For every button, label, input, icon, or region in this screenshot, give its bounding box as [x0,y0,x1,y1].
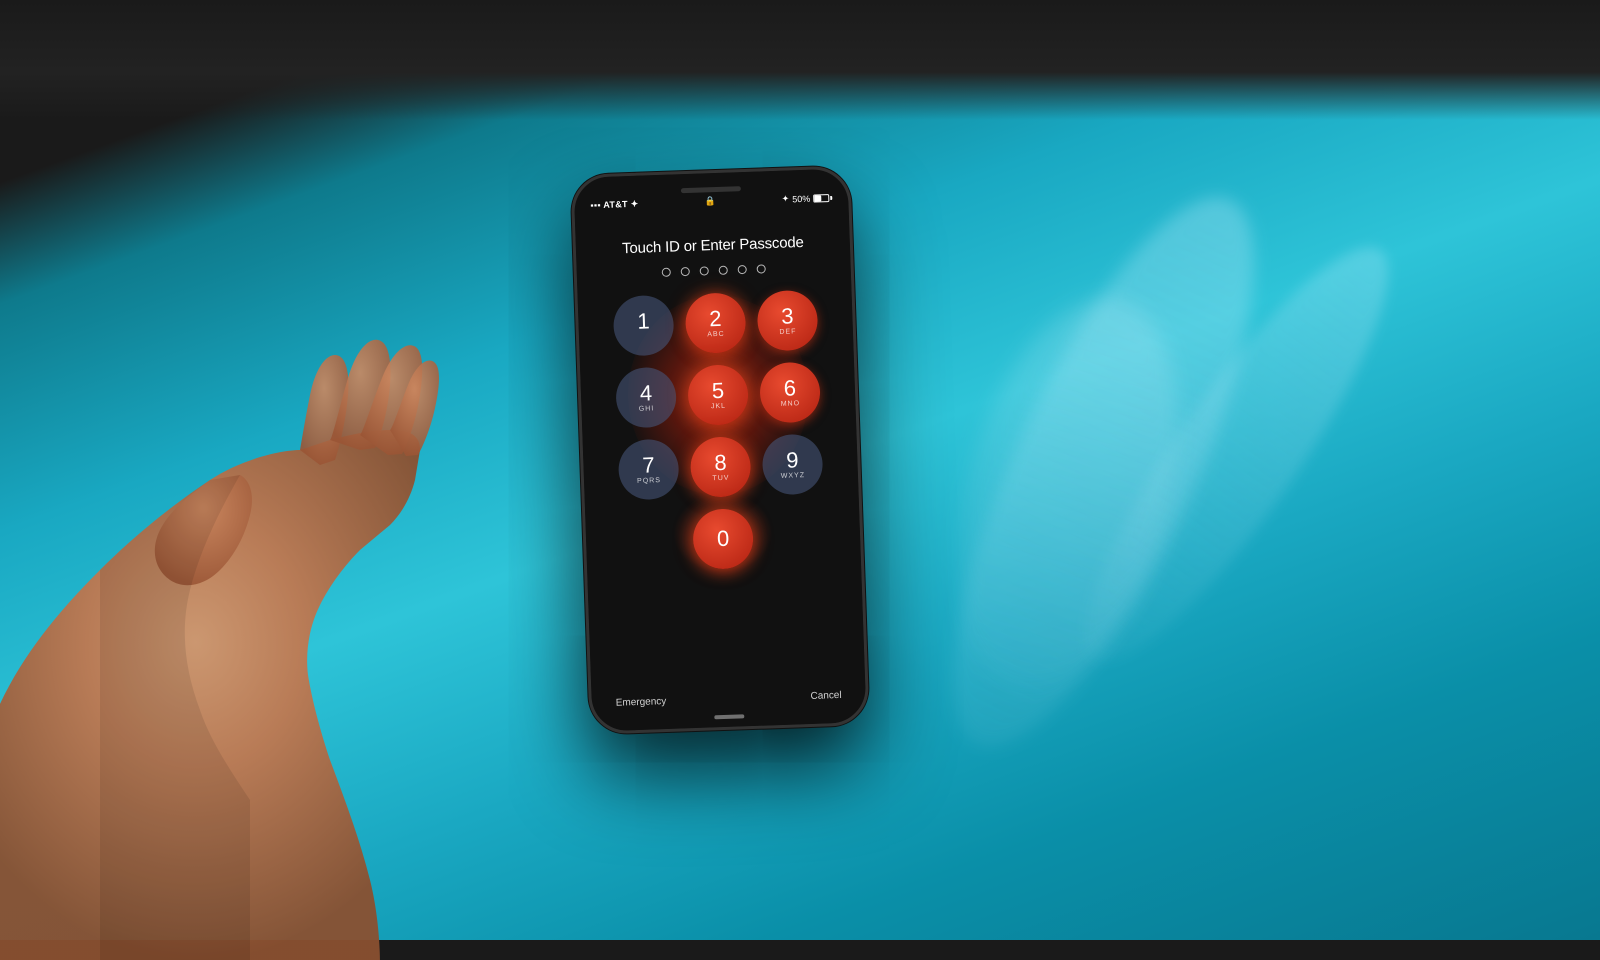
key-1-letters [642,334,645,341]
key-8-letters: TUV [712,475,729,483]
key-8[interactable]: 8 TUV [690,436,752,498]
key-0[interactable]: 0 [692,508,754,570]
key-2[interactable]: 2 ABC [685,292,747,354]
passcode-dots [662,264,766,277]
key-9-letters: WXYZ [781,472,805,480]
key-5[interactable]: 5 JKL [687,364,749,426]
key-9-number: 9 [786,449,799,471]
carrier-signal: ▪▪▪ AT&T ✦ [590,199,638,212]
key-0-number: 0 [717,528,730,550]
bottom-actions: Emergency Cancel [591,671,866,720]
key-1[interactable]: 1 [613,295,675,357]
key-3-number: 3 [781,305,794,327]
battery-body [813,194,829,203]
emergency-button[interactable]: Emergency [616,696,667,709]
passcode-dot-1 [662,268,671,277]
bluetooth-icon: ✦ [782,193,790,204]
key-4-letters: GHI [639,405,655,413]
lock-title: Touch ID or Enter Passcode [622,234,804,257]
key-8-number: 8 [714,452,727,474]
key-9[interactable]: 9 WXYZ [762,433,824,495]
passcode-dot-2 [681,267,690,276]
passcode-dot-3 [700,266,709,275]
key-4-number: 4 [639,382,652,404]
key-6-number: 6 [783,377,796,399]
signal-bars: ▪▪▪ [590,200,603,210]
battery-percent: 50% [792,193,810,204]
wifi-icon: ✦ [630,199,638,209]
passcode-dot-4 [719,266,728,275]
cancel-button[interactable]: Cancel [810,690,842,702]
battery-area: ✦ 50% [782,192,833,205]
status-center: 🔒 [704,196,716,207]
home-indicator[interactable] [714,714,744,719]
iphone: ▪▪▪ AT&T ✦ 🔒 ✦ 50% [570,165,869,734]
phone-screen: ▪▪▪ AT&T ✦ 🔒 ✦ 50% [573,168,866,731]
key-5-number: 5 [711,380,724,402]
battery-icon [813,193,832,202]
key-4[interactable]: 4 GHI [615,367,677,429]
key-2-number: 2 [709,308,722,330]
key-7[interactable]: 7 PQRS [618,438,680,500]
key-7-number: 7 [642,454,655,476]
passcode-dot-5 [738,265,747,274]
key-7-letters: PQRS [637,477,661,485]
battery-tip [830,195,832,199]
carrier-name: AT&T [603,199,628,210]
keypad: 1 2 ABC 3 DEF 4 GHI 5 JKL [593,289,844,501]
key-6-letters: MNO [781,400,801,408]
key-3[interactable]: 3 DEF [756,290,818,352]
key-2-letters: ABC [707,331,725,339]
key-6[interactable]: 6 MNO [759,361,821,423]
key-1-number: 1 [637,310,650,332]
battery-fill [814,195,821,201]
key-5-letters: JKL [711,403,726,411]
passcode-dot-6 [757,264,766,273]
phone-wrapper: ▪▪▪ AT&T ✦ 🔒 ✦ 50% [570,165,869,734]
keypad-zero-row: 0 [672,495,774,570]
lock-icon: 🔒 [704,196,716,206]
key-3-letters: DEF [779,328,796,336]
